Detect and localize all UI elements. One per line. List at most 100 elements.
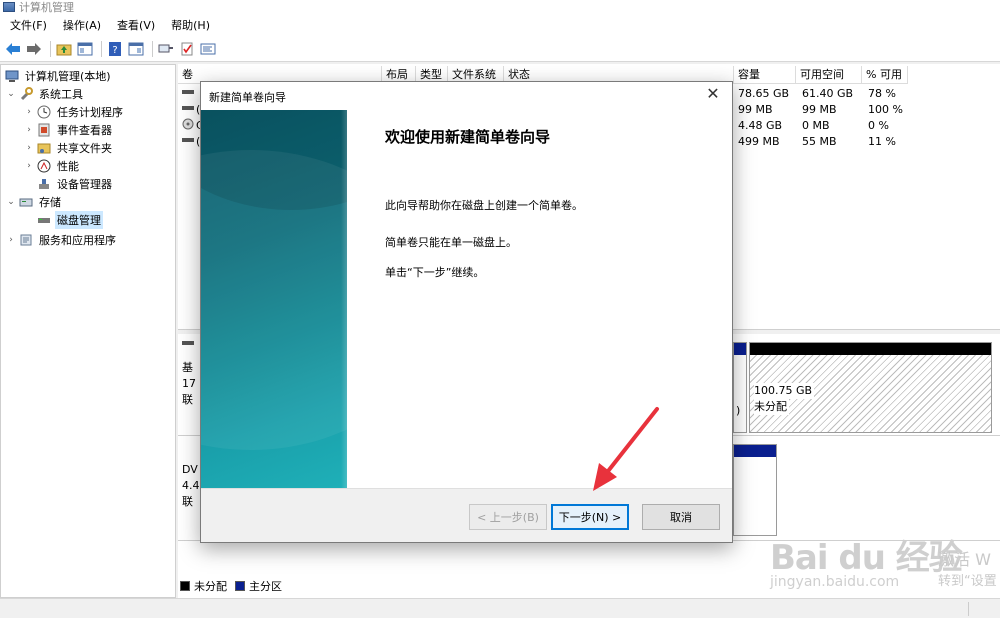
- toolbar-separator: [152, 40, 153, 57]
- close-icon[interactable]: ✕: [704, 85, 722, 103]
- disk0-unallocated-partition[interactable]: 100.75 GB 未分配: [749, 342, 992, 433]
- wizard-description: 此向导帮助你在磁盘上创建一个简单卷。: [385, 199, 583, 212]
- shared-folder-icon: [37, 141, 51, 155]
- activation-text: 激活 W: [938, 550, 991, 569]
- tree-item-storage[interactable]: ⌄ 存储: [5, 193, 63, 211]
- disk1-type: DV: [182, 463, 198, 476]
- tree-label-event-viewer: 事件查看器: [57, 124, 112, 137]
- menu-file[interactable]: 文件(F): [6, 17, 51, 33]
- menu-bar: 文件(F) 操作(A) 查看(V) 帮助(H): [0, 14, 1000, 36]
- wizard-banner-image: [201, 110, 347, 488]
- column-capacity[interactable]: 容量: [734, 66, 796, 84]
- computer-management-icon: [5, 69, 19, 83]
- tree-item-task-scheduler[interactable]: › 任务计划程序: [23, 103, 125, 121]
- panel-icon[interactable]: [127, 40, 145, 58]
- disk-legend: 未分配 主分区: [180, 578, 290, 594]
- tree-item-event-viewer[interactable]: › 事件查看器: [23, 121, 114, 139]
- tree-label-storage: 存储: [39, 196, 61, 209]
- tree-item-performance[interactable]: › 性能: [23, 157, 81, 175]
- tree-item-services-apps[interactable]: › 服务和应用程序: [5, 231, 118, 249]
- performance-icon: [37, 159, 51, 173]
- tree-item-root[interactable]: 计算机管理(本地): [3, 67, 113, 85]
- tree-item-device-manager[interactable]: 设备管理器: [35, 175, 114, 193]
- cancel-button[interactable]: 取消: [642, 504, 720, 530]
- show-hide-tree-icon[interactable]: [76, 40, 94, 58]
- chevron-down-icon[interactable]: ⌄: [5, 197, 17, 207]
- banner-shape: [201, 150, 347, 450]
- cell-capacity: 99 MB: [738, 103, 773, 116]
- status-bar: [0, 598, 1000, 618]
- cell-capacity: 78.65 GB: [738, 87, 790, 100]
- wizard-note: 简单卷只能在单一磁盘上。: [385, 236, 517, 249]
- properties-icon[interactable]: [199, 40, 217, 58]
- primary-partition-bar: [734, 445, 776, 457]
- back-arrow-icon[interactable]: [4, 40, 22, 58]
- tree-label-device-manager: 设备管理器: [57, 178, 112, 191]
- annotation-arrow-icon: [593, 407, 659, 491]
- legend-primary: 主分区: [249, 580, 282, 593]
- cell-capacity: 499 MB: [738, 135, 780, 148]
- check-icon[interactable]: [178, 40, 196, 58]
- watermark-logo: Bai du 经验: [770, 538, 963, 578]
- forward-arrow-icon[interactable]: [25, 40, 43, 58]
- volume-drive-icon: [182, 102, 194, 118]
- unallocated-swatch: [180, 581, 190, 591]
- partition-body: [734, 457, 776, 535]
- disk1-primary-partition[interactable]: [733, 444, 777, 536]
- cell-free-space: 61.40 GB: [802, 87, 854, 100]
- computer-management-icon: [3, 2, 15, 12]
- cell-percent-free: 11 %: [868, 135, 896, 148]
- disk1-size: 4.4: [182, 479, 200, 492]
- chevron-right-icon[interactable]: ›: [5, 235, 17, 245]
- back-button[interactable]: < 上一步(B): [469, 504, 547, 530]
- chevron-right-icon[interactable]: ›: [23, 161, 35, 171]
- tree-label-root: 计算机管理(本地): [25, 70, 111, 83]
- tree-label-performance: 性能: [57, 160, 79, 173]
- toolbar-separator: [50, 40, 51, 57]
- cell-percent-free: 78 %: [868, 87, 896, 100]
- tree-item-system-tools[interactable]: ⌄ 系统工具: [5, 85, 85, 103]
- disk0-primary-partition[interactable]: ): [733, 342, 747, 433]
- unallocated-label: 未分配: [754, 399, 789, 415]
- cell-capacity: 4.48 GB: [738, 119, 783, 132]
- chevron-down-icon[interactable]: ⌄: [5, 89, 17, 99]
- tree-item-disk-management[interactable]: 磁盘管理: [35, 211, 103, 229]
- next-button[interactable]: 下一步(N) >: [551, 504, 629, 530]
- volume-drive-icon: [182, 86, 194, 102]
- event-viewer-icon: [37, 123, 51, 137]
- cell-percent-free: 100 %: [868, 103, 903, 116]
- disk0-status: 联: [182, 393, 193, 406]
- tree-label-services-apps: 服务和应用程序: [39, 234, 116, 247]
- connect-icon[interactable]: [157, 40, 175, 58]
- clock-icon: [37, 105, 51, 119]
- partition-body: ): [734, 355, 746, 432]
- column-free-space[interactable]: 可用空间: [796, 66, 862, 84]
- title-bar: 计算机管理: [0, 0, 1000, 14]
- column-percent-free[interactable]: % 可用: [862, 66, 908, 84]
- chevron-right-icon[interactable]: ›: [23, 125, 35, 135]
- cd-drive-icon: [182, 118, 194, 135]
- wizard-instruction: 单击“下一步”继续。: [385, 266, 485, 279]
- svg-text:?: ?: [112, 45, 117, 56]
- partition-text: ): [736, 403, 743, 419]
- cell-free-space: 99 MB: [802, 103, 837, 116]
- disk0-size: 17: [182, 377, 196, 390]
- menu-action[interactable]: 操作(A): [59, 17, 105, 33]
- up-folder-icon[interactable]: [55, 40, 73, 58]
- disk-management-icon: [37, 213, 51, 227]
- tree-label-disk-management: 磁盘管理: [55, 211, 103, 229]
- services-icon: [19, 233, 33, 247]
- tree-item-shared-folders[interactable]: › 共享文件夹: [23, 139, 114, 157]
- menu-view[interactable]: 查看(V): [113, 17, 159, 33]
- activation-subtext: 转到“设置: [938, 574, 997, 589]
- dialog-title: 新建简单卷向导: [209, 91, 286, 104]
- disk1-status: 联: [182, 495, 193, 508]
- chevron-right-icon[interactable]: ›: [23, 143, 35, 153]
- cell-percent-free: 0 %: [868, 119, 889, 132]
- help-icon[interactable]: ?: [106, 40, 124, 58]
- chevron-right-icon[interactable]: ›: [23, 107, 35, 117]
- tree-label-system-tools: 系统工具: [39, 88, 83, 101]
- primary-partition-swatch: [235, 581, 245, 591]
- volume-drive-icon: [182, 134, 194, 150]
- menu-help[interactable]: 帮助(H): [167, 17, 214, 33]
